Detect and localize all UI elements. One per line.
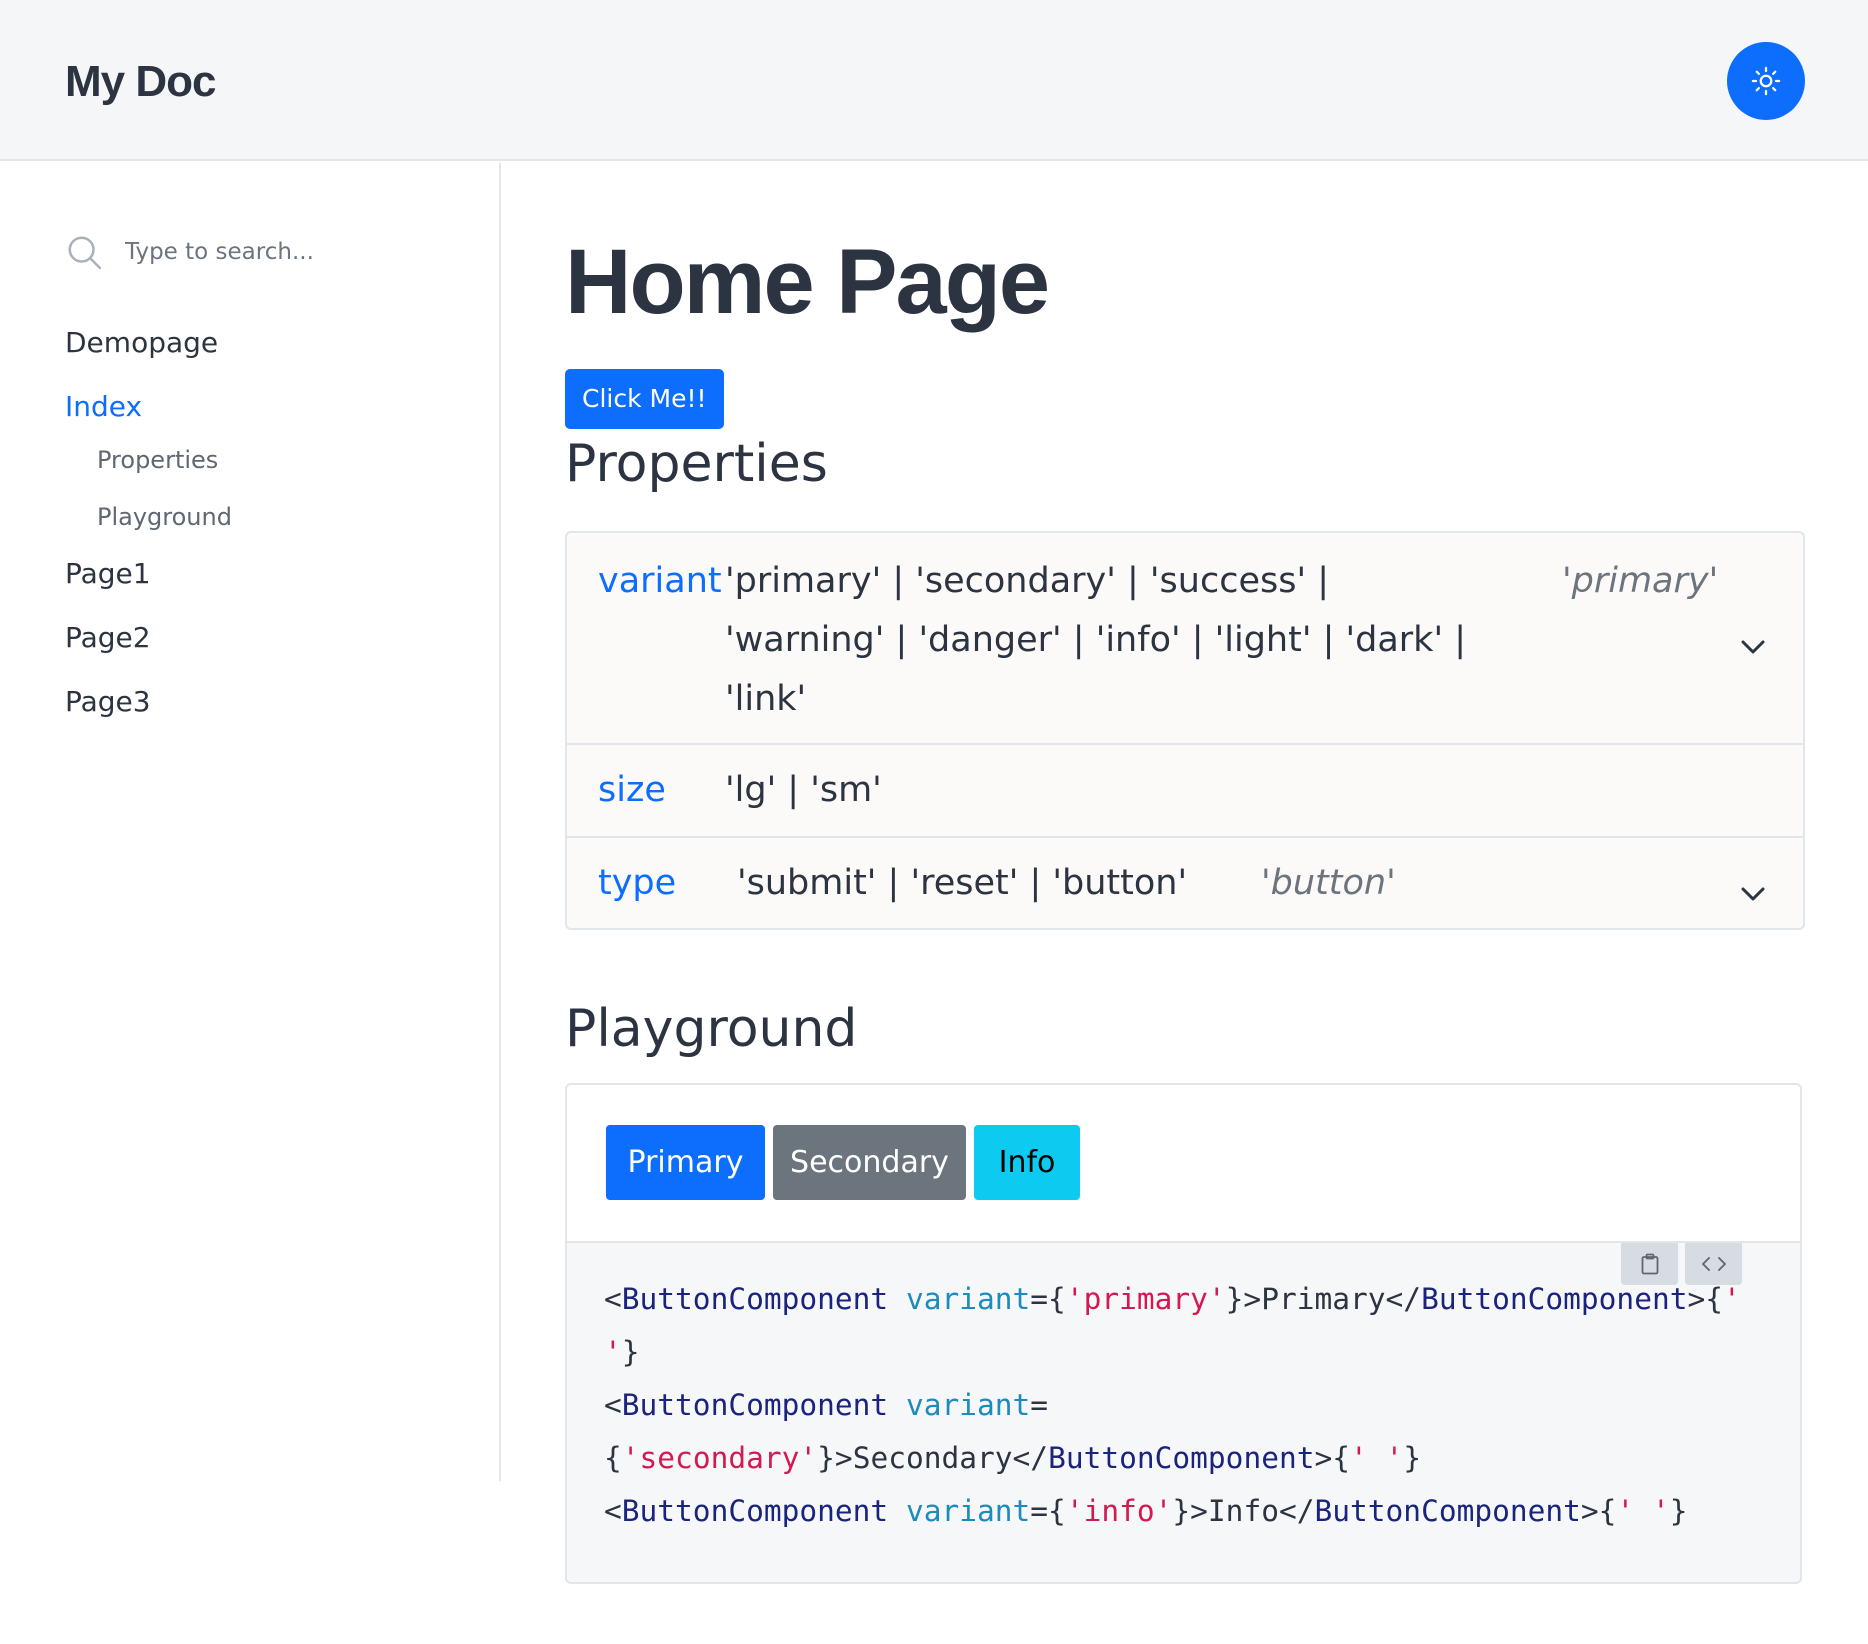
code-string: ' '	[1616, 1494, 1670, 1528]
playground-preview: Primary Secondary Info	[567, 1085, 1800, 1243]
playground-heading: Playground	[565, 999, 858, 1059]
code-string: info	[1083, 1494, 1155, 1528]
property-type-line: 'warning' | 'danger' | 'info' | 'light' …	[725, 620, 1466, 660]
property-row-variant: variant 'primary' | 'secondary' | 'succe…	[567, 533, 1803, 743]
code-editor[interactable]: <ButtonComponent variant={'primary'}>Pri…	[567, 1243, 1800, 1582]
sidebar-item-page1[interactable]: Page1	[65, 554, 485, 594]
secondary-button[interactable]: Secondary	[773, 1125, 966, 1200]
code-attribute: variant	[905, 1282, 1031, 1316]
playground-panel: Primary Secondary Info <ButtonComponent …	[565, 1083, 1802, 1584]
property-row-type: type 'submit' | 'reset' | 'button' 'butt…	[567, 836, 1803, 928]
info-button[interactable]: Info	[974, 1125, 1080, 1200]
site-title[interactable]: My Doc	[65, 52, 216, 112]
sidebar-subitem-playground[interactable]: Playground	[97, 500, 485, 534]
code-text: Primary	[1261, 1282, 1386, 1316]
code-tag: ButtonComponent	[621, 1282, 889, 1316]
property-type: 'lg' | 'sm'	[725, 770, 882, 810]
theme-toggle-button[interactable]	[1727, 42, 1805, 120]
sidebar-nav: Demopage Index Properties Playground Pag…	[65, 323, 485, 722]
code-icon	[1701, 1257, 1726, 1271]
property-type: 'submit' | 'reset' | 'button'	[737, 863, 1188, 903]
property-type: 'primary' | 'secondary' | 'success' | 'w…	[725, 552, 1485, 729]
properties-table: variant 'primary' | 'secondary' | 'succe…	[565, 531, 1805, 930]
code-string: secondary	[639, 1441, 800, 1475]
code-string: primary	[1083, 1282, 1208, 1316]
search-icon	[68, 236, 102, 270]
sidebar: Demopage Index Properties Playground Pag…	[0, 163, 501, 1481]
property-name: type	[598, 863, 677, 903]
primary-button[interactable]: Primary	[606, 1125, 765, 1200]
property-default: 'primary'	[1562, 561, 1719, 601]
page-title: Home Page	[565, 231, 1050, 333]
properties-heading: Properties	[565, 434, 828, 494]
top-header: My Doc	[0, 0, 1868, 161]
search-input[interactable]	[125, 239, 425, 265]
code-tag: ButtonComponent	[1421, 1282, 1688, 1316]
sidebar-item-demopage[interactable]: Demopage	[65, 323, 485, 363]
code-tag: ButtonComponent	[621, 1388, 889, 1422]
chevron-down-icon[interactable]	[1740, 886, 1766, 902]
code-tag: ButtonComponent	[621, 1494, 889, 1528]
code-attribute: variant	[905, 1388, 1031, 1422]
clipboard-icon	[1641, 1253, 1658, 1275]
code-tag: ButtonComponent	[1314, 1494, 1581, 1528]
sun-icon	[1751, 66, 1781, 96]
chevron-down-icon[interactable]	[1740, 639, 1766, 655]
click-me-button[interactable]: Click Me!!	[565, 369, 724, 429]
code-text: Secondary	[852, 1441, 1013, 1475]
search-box[interactable]	[65, 229, 465, 275]
property-type-line: 'link'	[725, 679, 807, 719]
property-row-size: size 'lg' | 'sm'	[567, 743, 1803, 836]
sidebar-item-page2[interactable]: Page2	[65, 618, 485, 658]
sidebar-item-page3[interactable]: Page3	[65, 682, 485, 722]
code-block: <ButtonComponent variant={'primary'}>Pri…	[604, 1282, 1741, 1528]
property-name: variant	[598, 561, 722, 601]
sidebar-item-index[interactable]: Index	[65, 387, 485, 427]
code-tag: ButtonComponent	[1048, 1441, 1315, 1475]
code-string: ' '	[1350, 1441, 1404, 1475]
code-text: Info	[1207, 1494, 1279, 1528]
property-type-line: 'primary' | 'secondary' | 'success' |	[725, 561, 1329, 601]
code-attribute: variant	[905, 1494, 1031, 1528]
sidebar-subitem-properties[interactable]: Properties	[97, 443, 485, 477]
property-default: 'button'	[1261, 863, 1396, 903]
property-name: size	[598, 770, 666, 810]
